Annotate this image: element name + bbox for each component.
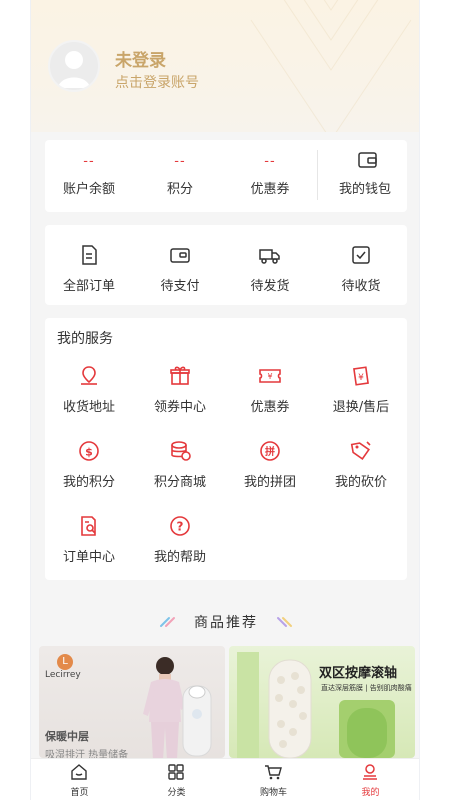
avatar[interactable]	[48, 40, 100, 92]
order-unshipped-label: 待发货	[250, 279, 290, 294]
bottom-tabbar: 首页 分类 购物车 我的	[31, 758, 419, 800]
brand-logo: L Lecirrey	[45, 654, 81, 680]
svg-text:拼: 拼	[265, 445, 275, 458]
tab-mine-label: 我的	[361, 788, 380, 798]
tab-mine[interactable]: 我的	[322, 759, 419, 800]
brand-mark: L	[57, 654, 73, 670]
package-check-icon	[352, 246, 370, 264]
asset-balance[interactable]: -- 账户余额	[45, 140, 133, 212]
mine-page: 未登录 点击登录账号 -- 账户余额 -- 积分 -- 优惠券 我的钱包 全部订…	[30, 0, 420, 800]
service-order-center-label: 订单中心	[62, 550, 115, 565]
svg-text:¥: ¥	[358, 373, 364, 383]
order-unreceived-label: 待收货	[341, 279, 381, 294]
asset-points-value: --	[174, 154, 186, 169]
service-help-label: 我的帮助	[153, 550, 206, 565]
service-my-points-label: 我的积分	[62, 475, 115, 490]
price-tag-icon	[350, 441, 371, 460]
services-card: 我的服务 收货地址 领券中心 ¥ 优惠券 ¥ 退换/售后 $ 我的积分 积分商城…	[45, 318, 407, 580]
tab-category-label: 分类	[167, 788, 186, 798]
ticket-icon: ¥	[259, 369, 281, 383]
service-bargain-label: 我的砍价	[334, 475, 387, 490]
my-wallet-button[interactable]: 我的钱包	[321, 140, 409, 212]
tab-home[interactable]: 首页	[31, 759, 128, 800]
banner-right-subtitle: 直达深层筋膜 | 告别肌肉酸痛	[321, 684, 412, 692]
refund-icon: ¥	[353, 366, 369, 386]
help-icon: ?	[170, 516, 190, 536]
tab-category[interactable]: 分类	[128, 759, 225, 800]
recommend-title: 商品推荐	[194, 615, 258, 631]
banner-left-subslogan: 吸湿排汗 热量储备	[45, 750, 129, 758]
map-pin-icon	[81, 366, 97, 385]
banner-left-slogan: 保暖中层	[45, 730, 89, 743]
order-all-label: 全部订单	[62, 279, 115, 294]
gift-icon	[170, 366, 190, 385]
group-buy-icon: 拼	[260, 441, 280, 461]
truck-icon	[259, 249, 280, 264]
category-icon	[168, 764, 184, 780]
service-points-mall-label: 积分商城	[153, 475, 206, 490]
tab-home-label: 首页	[70, 788, 89, 798]
home-icon	[71, 764, 87, 780]
recommend-header: 商品推荐	[31, 610, 419, 634]
asset-coupons[interactable]: -- 优惠券	[226, 140, 314, 212]
svg-text:?: ?	[177, 520, 184, 534]
login-link[interactable]: 点击登录账号	[115, 72, 199, 92]
svg-text:$: $	[85, 446, 93, 459]
services-title: 我的服务	[57, 331, 113, 347]
profile-header: 未登录 点击登录账号	[31, 0, 419, 132]
cart-icon	[265, 765, 282, 780]
service-group-buy-label: 我的拼团	[243, 475, 296, 490]
tab-cart[interactable]: 购物车	[225, 759, 322, 800]
default-avatar-icon	[58, 51, 90, 88]
tab-cart-label: 购物车	[259, 788, 287, 798]
asset-divider	[317, 150, 318, 200]
service-coupon-center-label: 领券中心	[153, 400, 206, 415]
banner-right-title: 双区按摩滚轴	[319, 666, 398, 681]
my-wallet-label: 我的钱包	[338, 182, 391, 197]
service-after-sales-label: 退换/售后	[332, 400, 390, 415]
model-figure-image	[143, 657, 212, 758]
orders-card: 全部订单 待支付 待发货 待收货	[45, 225, 407, 305]
coin-stack-icon	[171, 441, 191, 461]
service-address-label: 收货地址	[62, 400, 115, 415]
svg-text:¥: ¥	[267, 372, 272, 381]
asset-points-label: 积分	[166, 182, 193, 197]
asset-balance-label: 账户余额	[62, 182, 115, 197]
asset-coupons-label: 优惠券	[250, 182, 290, 197]
brand-name: Lecirrey	[45, 670, 81, 680]
recommend-right-decoration-icon	[277, 617, 292, 627]
order-search-icon	[81, 516, 96, 536]
user-icon	[363, 764, 377, 780]
login-status-title[interactable]: 未登录	[115, 46, 166, 71]
header-decoration	[250, 0, 412, 132]
asset-coupons-value: --	[264, 154, 276, 169]
product-banner-thermal-wear[interactable]: L Lecirrey 保暖中层 吸湿排汗 热量储备	[39, 646, 225, 758]
service-coupons-label: 优惠券	[250, 400, 290, 415]
wallet-pay-icon	[170, 248, 190, 263]
order-list-icon	[82, 245, 97, 265]
order-unpaid-label: 待支付	[160, 279, 200, 294]
dollar-coin-icon: $	[79, 441, 99, 461]
assets-card: -- 账户余额 -- 积分 -- 优惠券 我的钱包	[45, 140, 407, 212]
asset-points[interactable]: -- 积分	[136, 140, 224, 212]
asset-balance-value: --	[83, 154, 95, 169]
product-banner-massage-roller[interactable]: 双区按摩滚轴 直达深层筋膜 | 告别肌肉酸痛	[229, 646, 415, 758]
wallet-icon	[358, 152, 377, 168]
